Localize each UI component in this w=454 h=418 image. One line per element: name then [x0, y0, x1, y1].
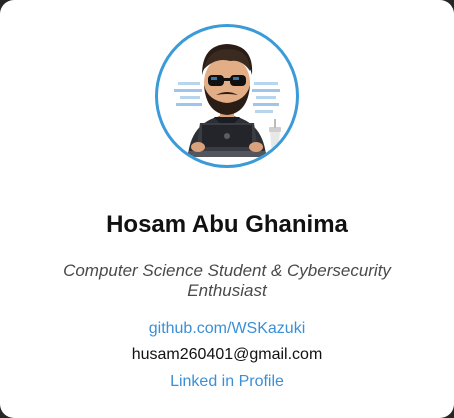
hacker-avatar-icon — [174, 44, 281, 157]
profile-card: Hosam Abu Ghanima Computer Science Stude… — [0, 0, 454, 418]
linkedin-link[interactable]: Linked in Profile — [170, 372, 284, 392]
github-link[interactable]: github.com/WSKazuki — [149, 319, 306, 339]
profile-name: Hosam Abu Ghanima — [106, 211, 348, 238]
profile-tagline: Computer Science Student & Cybersecurity… — [63, 261, 391, 300]
avatar — [155, 24, 299, 168]
email-address: husam260401@gmail.com — [131, 346, 323, 363]
